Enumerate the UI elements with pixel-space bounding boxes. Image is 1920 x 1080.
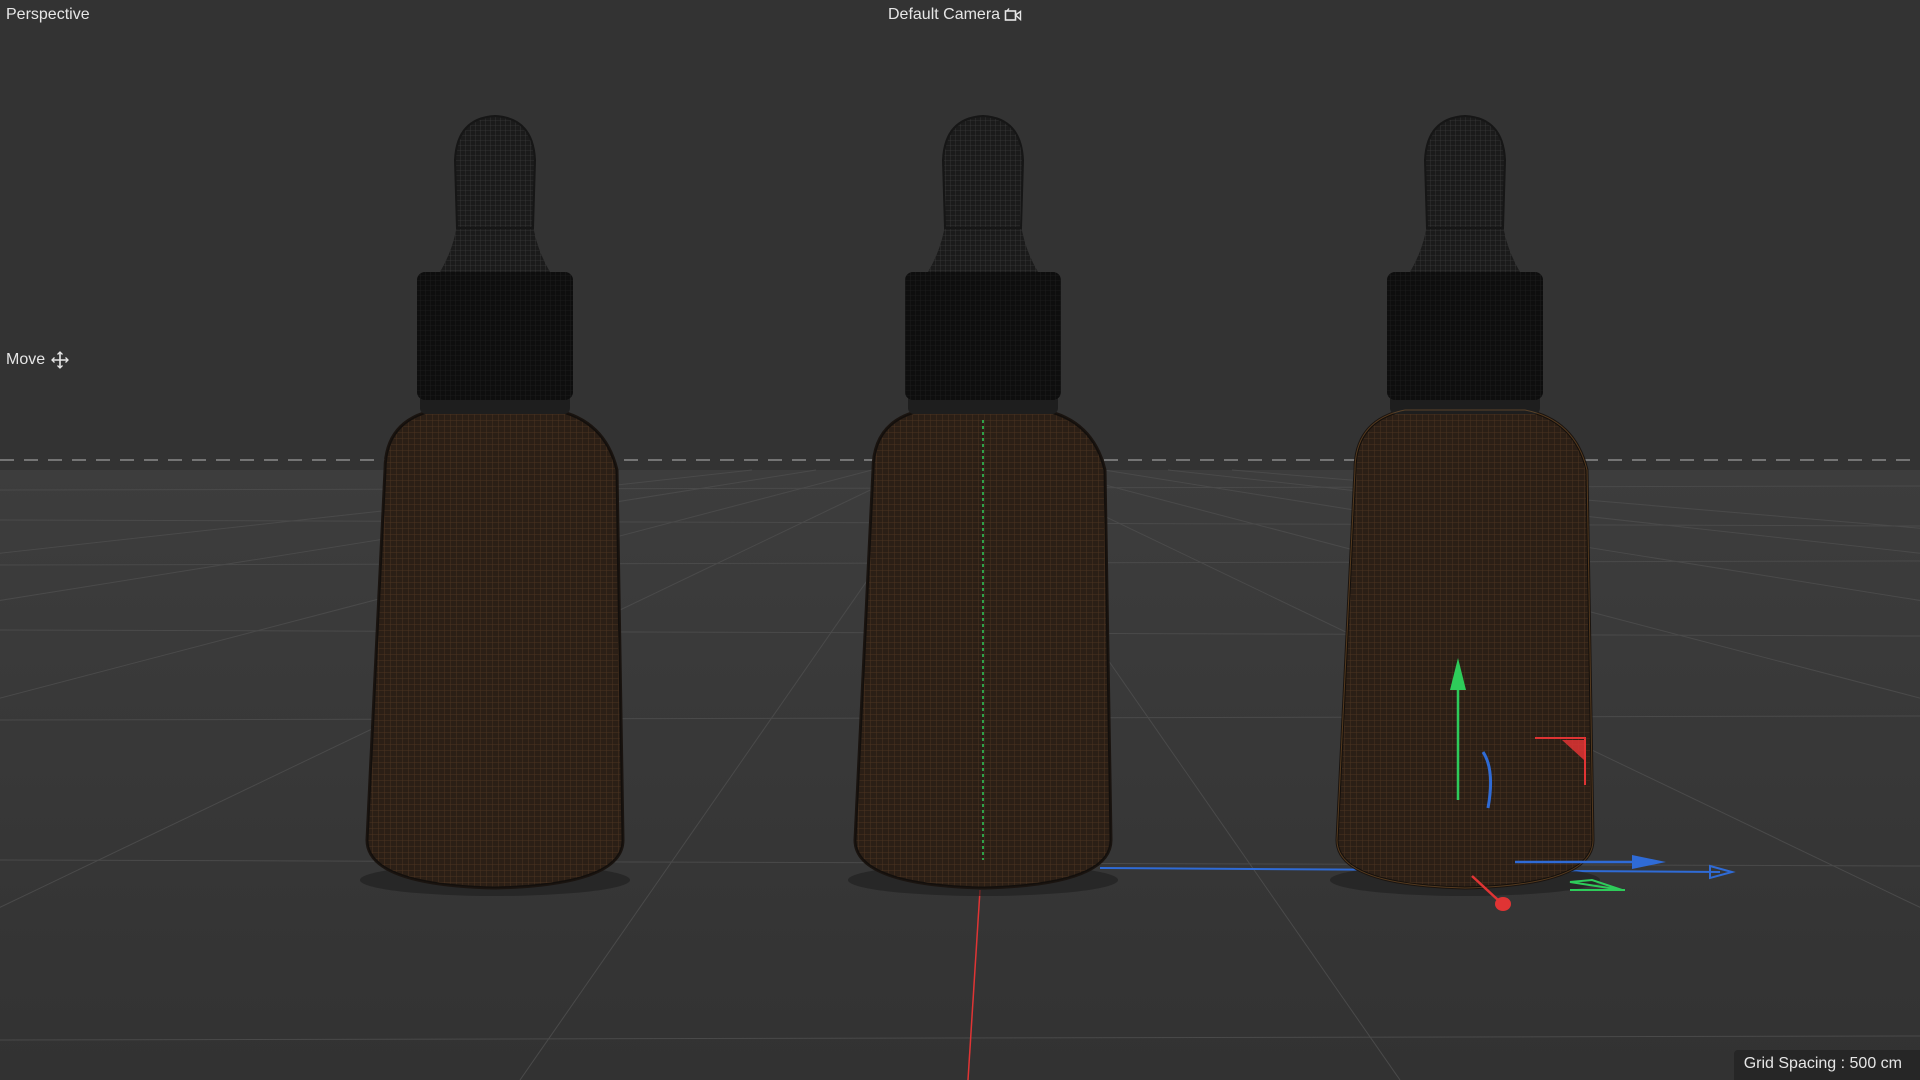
dropper-bulb	[941, 114, 1025, 229]
dropper-bulb	[1423, 114, 1507, 229]
dropper-collar-shade	[905, 272, 1061, 400]
dropper-shoulder	[440, 225, 550, 272]
dropper-bulb	[453, 114, 537, 229]
bottle-shading	[367, 410, 623, 888]
perspective-viewport[interactable]: Perspective Default Camera Move Grid Spa…	[0, 0, 1920, 1080]
tool-name-text: Move	[6, 351, 46, 368]
dropper-bottle-1[interactable]	[360, 114, 630, 896]
dropper-shoulder	[928, 225, 1038, 272]
grid-spacing-readout: Grid Spacing : 500 cm	[1733, 1050, 1920, 1080]
camera-icon	[1004, 7, 1022, 23]
dropper-collar-shade	[1387, 272, 1543, 400]
dropper-bottle-3[interactable]	[1330, 114, 1600, 896]
scene-canvas[interactable]	[0, 0, 1920, 1080]
dropper-collar-shade	[417, 272, 573, 400]
gizmo-x-handle[interactable]	[1495, 897, 1511, 911]
camera-selector[interactable]: Default Camera	[888, 5, 1022, 25]
move-icon	[51, 351, 70, 369]
bottles-group[interactable]	[360, 114, 1600, 896]
view-name-text: Perspective	[6, 6, 90, 23]
bottle-shading	[1337, 410, 1593, 888]
active-tool-label: Move	[6, 350, 70, 370]
dropper-shoulder	[1410, 225, 1520, 272]
camera-name-text: Default Camera	[888, 6, 1001, 23]
grid-spacing-text: Grid Spacing : 500 cm	[1743, 1055, 1902, 1072]
view-name-label[interactable]: Perspective	[6, 5, 90, 25]
